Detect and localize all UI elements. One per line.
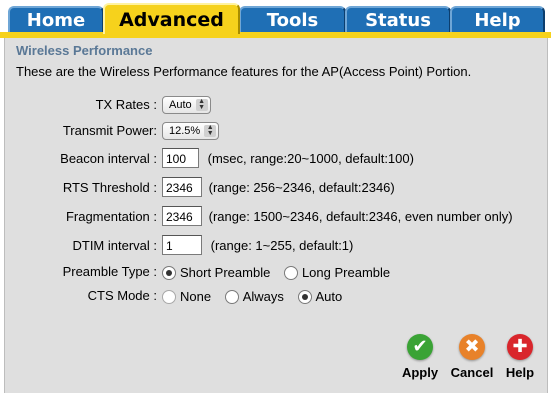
cts-always-radio[interactable] (224, 289, 239, 304)
beacon-interval-input[interactable]: 100 (162, 148, 199, 168)
dtim-interval-input[interactable]: 1 (162, 235, 202, 255)
preamble-type-label: Preamble Type : (62, 264, 157, 279)
rts-threshold-row: RTS Threshold : 2346 (range: 256~2346, d… (5, 176, 547, 200)
tx-rates-row: TX Rates : Auto ▲ ▼ (5, 93, 547, 117)
dtim-interval-hint: (range: 1~255, default:1) (210, 238, 354, 253)
cts-auto-label: Auto (315, 288, 343, 304)
tab-help[interactable]: Help (450, 6, 545, 32)
section-title: Wireless Performance (16, 43, 153, 58)
help-label: Help (505, 365, 535, 380)
apply-label: Apply (401, 365, 439, 380)
transmit-power-label: Transmit Power: (62, 123, 157, 138)
fragmentation-input[interactable]: 2346 (162, 206, 202, 226)
tab-tools[interactable]: Tools (239, 6, 346, 32)
cts-mode-label: CTS Mode : (87, 288, 157, 303)
cts-auto-radio[interactable] (297, 289, 312, 304)
cts-none-label: None (180, 288, 212, 304)
rts-threshold-input[interactable]: 2346 (162, 177, 202, 197)
tx-rates-select[interactable]: Auto ▲ ▼ (162, 96, 211, 114)
short-preamble-radio[interactable] (162, 265, 176, 280)
tx-rates-value: Auto (169, 99, 192, 111)
help-button[interactable]: ✚ Help (493, 334, 547, 380)
tab-bar: Home Tools Status Help Advanced (0, 0, 551, 38)
tx-rates-label: TX Rates : (95, 97, 157, 112)
long-preamble-radio[interactable] (283, 265, 298, 280)
select-arrows-icon: ▲ ▼ (204, 124, 217, 137)
preamble-type-row: Preamble Type : Short Preamble Long Prea… (5, 260, 547, 284)
transmit-power-select[interactable]: 12.5% ▲ ▼ (162, 122, 220, 140)
tab-status[interactable]: Status (345, 6, 451, 32)
short-preamble-label: Short Preamble (180, 264, 271, 280)
cts-none-radio[interactable] (162, 289, 176, 304)
beacon-interval-row: Beacon interval : 100 (msec, range:20~10… (5, 147, 547, 171)
tab-home[interactable]: Home (8, 6, 104, 32)
cancel-button[interactable]: ✖ Cancel (445, 334, 499, 380)
wireless-performance-panel: Wireless Performance These are the Wirel… (4, 38, 548, 393)
select-arrows-icon: ▲ ▼ (195, 98, 208, 111)
cts-always-label: Always (242, 288, 284, 304)
section-description: These are the Wireless Performance featu… (16, 64, 472, 79)
beacon-interval-label: Beacon interval : (60, 151, 157, 166)
apply-button[interactable]: ✔ Apply (393, 334, 447, 380)
cancel-x-icon: ✖ (459, 334, 485, 360)
long-preamble-label: Long Preamble (301, 264, 391, 280)
transmit-power-row: Transmit Power: 12.5% ▲ ▼ (5, 119, 547, 143)
dtim-interval-row: DTIM interval : 1 (range: 1~255, default… (5, 234, 547, 258)
rts-threshold-label: RTS Threshold : (62, 180, 157, 195)
dtim-interval-label: DTIM interval : (72, 238, 157, 253)
cts-mode-row: CTS Mode : None Always Auto (5, 284, 547, 308)
transmit-power-value: 12.5% (169, 125, 201, 137)
fragmentation-label: Fragmentation : (65, 209, 157, 224)
rts-threshold-hint: (range: 256~2346, default:2346) (208, 180, 395, 195)
fragmentation-row: Fragmentation : 2346 (range: 1500~2346, … (5, 205, 547, 229)
cancel-label: Cancel (450, 365, 494, 380)
beacon-interval-hint: (msec, range:20~1000, default:100) (207, 151, 414, 166)
plus-help-icon: ✚ (507, 334, 533, 360)
fragmentation-hint: (range: 1500~2346, default:2346, even nu… (208, 209, 513, 224)
check-icon: ✔ (407, 334, 433, 360)
tab-advanced[interactable]: Advanced (103, 3, 240, 34)
